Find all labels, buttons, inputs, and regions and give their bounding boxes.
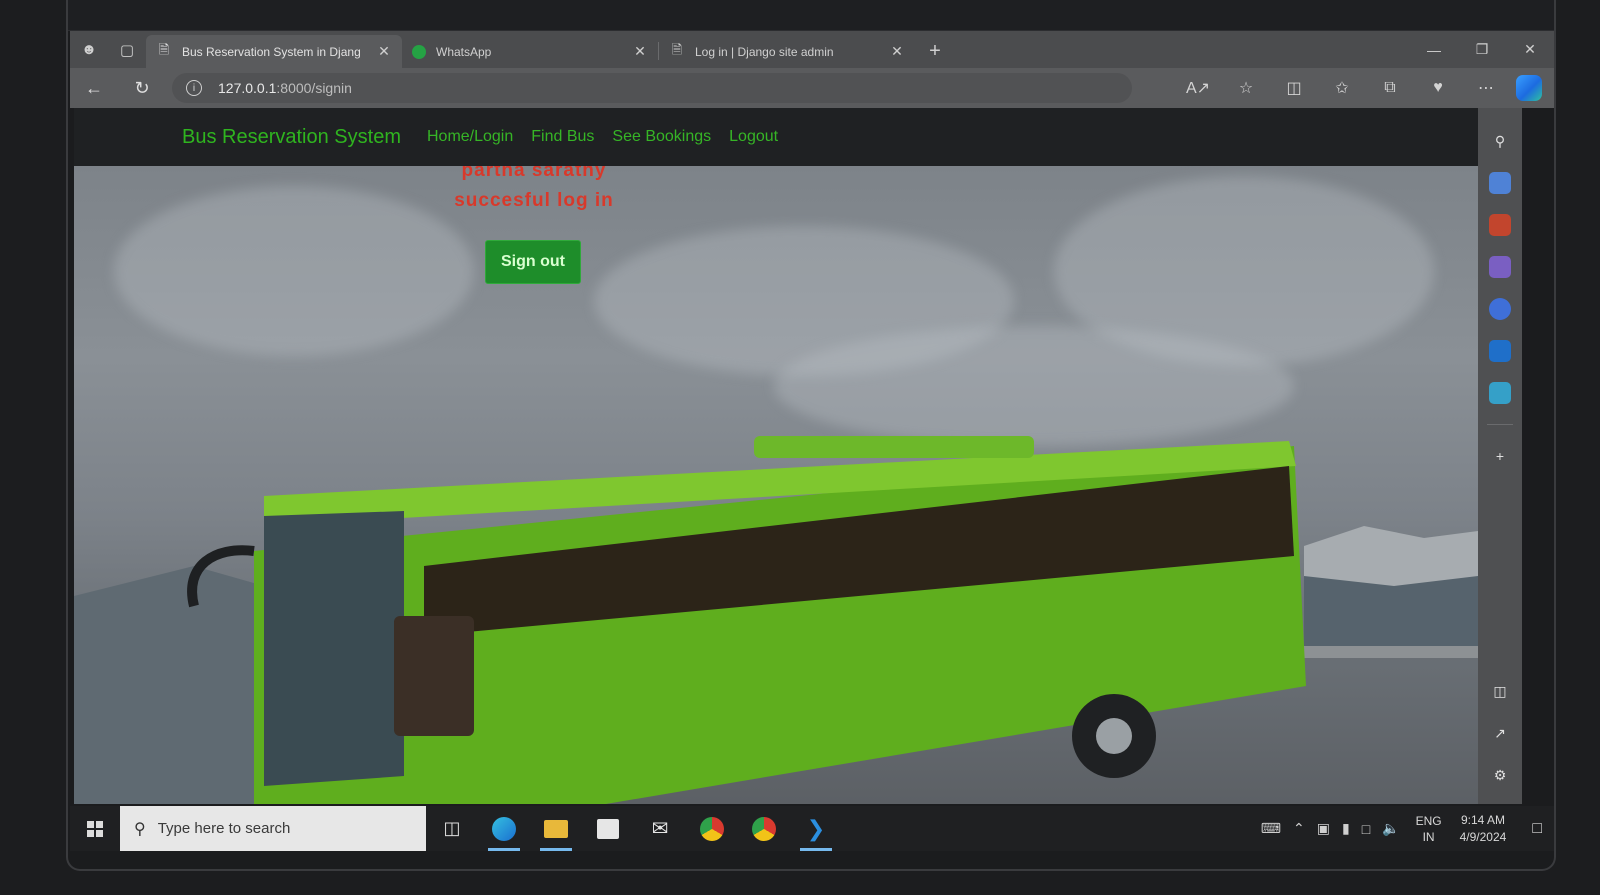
back-icon[interactable]: ←: [70, 78, 118, 99]
chrome-icon[interactable]: [686, 806, 738, 851]
search-icon[interactable]: ⚲: [1489, 130, 1511, 152]
sidebar-bottom: ◫ ↗ ⚙: [1489, 670, 1511, 796]
close-tab-icon[interactable]: ✕: [889, 43, 905, 60]
tab-whatsapp[interactable]: WhatsApp ✕: [402, 35, 658, 68]
taskbar-search-placeholder: Type here to search: [157, 820, 291, 837]
tab-title: Log in | Django site admin: [695, 44, 834, 59]
url-path: :8000/signin: [276, 80, 352, 96]
region-code: IN: [1422, 829, 1435, 844]
meet-now-icon[interactable]: ▣: [1317, 820, 1330, 837]
windows-logo-icon: [87, 820, 103, 837]
toolbar-icons: A↗ ☆ ◫ ✩ ⧉ ♥ ⋯: [1174, 75, 1546, 101]
nav-see-bookings[interactable]: See Bookings: [612, 128, 711, 146]
more-icon[interactable]: ⋯: [1462, 78, 1510, 98]
hide-sidebar-icon[interactable]: ◫: [1489, 680, 1511, 702]
page-icon: 🗎: [671, 41, 683, 57]
page-viewport: Bus Reservation System Home/Login Find B…: [74, 108, 1478, 804]
external-link-icon[interactable]: ↗: [1489, 722, 1511, 744]
whatsapp-icon: [412, 44, 426, 59]
close-window-icon[interactable]: ✕: [1506, 41, 1554, 58]
search-icon: ⚲: [134, 820, 146, 838]
tab-title: WhatsApp: [436, 44, 492, 59]
games-icon[interactable]: [1489, 256, 1511, 278]
refresh-icon[interactable]: ↻: [118, 78, 166, 99]
taskbar-search[interactable]: ⚲ Type here to search: [120, 806, 426, 851]
page-icon: 🗎: [158, 41, 170, 57]
tab-django-admin[interactable]: 🗎 Log in | Django site admin ✕: [659, 35, 915, 68]
window-controls: — ❐ ✕: [1410, 31, 1554, 68]
edge-app-icon[interactable]: [478, 806, 530, 851]
favorites-icon[interactable]: ✩: [1318, 78, 1366, 98]
input-language[interactable]: ENG IN: [1416, 813, 1442, 845]
welcome-username: partha sarathy: [461, 166, 607, 181]
microsoft-365-icon[interactable]: [1489, 298, 1511, 320]
clock-time: 9:14 AM: [1460, 812, 1505, 827]
network-icon[interactable]: □: [1362, 821, 1370, 837]
bus-illustration: [187, 436, 1306, 804]
close-tab-icon[interactable]: ✕: [632, 43, 648, 60]
file-explorer-icon[interactable]: [530, 806, 582, 851]
screen-frame: ☻ ▢ 🗎 Bus Reservation System in Djang ✕ …: [66, 0, 1556, 871]
drop-icon[interactable]: [1489, 382, 1511, 404]
vscode-icon[interactable]: ❯: [790, 806, 842, 851]
browser-essentials-icon[interactable]: ♥: [1414, 79, 1462, 97]
nav-logout[interactable]: Logout: [729, 128, 778, 146]
top-bezel: [68, 0, 1554, 31]
address-bar[interactable]: i 127.0.0.1:8000/signin: [172, 73, 1132, 103]
toolbar: ← ↻ i 127.0.0.1:8000/signin A↗ ☆ ◫ ✩ ⧉ ♥…: [70, 68, 1554, 108]
sign-out-button[interactable]: Sign out: [485, 240, 581, 284]
keyboard-icon[interactable]: ⌨: [1261, 820, 1281, 837]
tools-briefcase-icon[interactable]: [1489, 214, 1511, 236]
login-status-message: succesful log in: [454, 190, 614, 211]
chevron-up-icon[interactable]: ⌃: [1293, 820, 1305, 837]
nav-home-login[interactable]: Home/Login: [427, 128, 513, 146]
battery-icon[interactable]: ▮: [1342, 820, 1350, 837]
windows-taskbar: ⚲ Type here to search ◫ ✉ ❯ ⌨ ⌃ ▣ ▮ □ 🔈 …: [70, 806, 1554, 851]
hero-background: partha sarathy succesful log in: [74, 166, 1478, 804]
tab-strip: ☻ ▢ 🗎 Bus Reservation System in Djang ✕ …: [70, 31, 1554, 68]
site-navbar: Bus Reservation System Home/Login Find B…: [74, 108, 1478, 166]
settings-gear-icon[interactable]: ⚙: [1489, 764, 1511, 786]
tab-bus-reservation[interactable]: 🗎 Bus Reservation System in Djang ✕: [146, 35, 402, 68]
volume-icon[interactable]: 🔈: [1382, 820, 1399, 837]
sidebar-divider: [1487, 424, 1513, 425]
outlook-icon[interactable]: [1489, 340, 1511, 362]
collections-icon[interactable]: ⧉: [1366, 79, 1414, 97]
new-tab-icon[interactable]: +: [915, 35, 955, 68]
read-aloud-icon[interactable]: A↗: [1174, 78, 1222, 98]
profile-icon[interactable]: ☻: [70, 31, 108, 68]
split-screen-icon[interactable]: ◫: [1270, 78, 1318, 98]
system-tray: ⌨ ⌃ ▣ ▮ □ 🔈 ENG IN 9:14 AM 4/9/2024 □: [1255, 806, 1554, 851]
workspaces-icon[interactable]: ▢: [108, 31, 146, 68]
shopping-tag-icon[interactable]: [1489, 172, 1511, 194]
nav-find-bus[interactable]: Find Bus: [531, 128, 594, 146]
clock-date: 4/9/2024: [1459, 829, 1507, 844]
mountains: [74, 436, 1478, 804]
clock[interactable]: 9:14 AM 4/9/2024: [1460, 812, 1507, 846]
tab-title: Bus Reservation System in Djang: [182, 44, 361, 59]
task-view-icon[interactable]: ◫: [426, 806, 478, 851]
edge-sidebar: ⚲ + ◫ ↗ ⚙: [1478, 108, 1522, 804]
close-tab-icon[interactable]: ✕: [376, 43, 392, 60]
info-icon[interactable]: i: [186, 80, 202, 96]
add-icon[interactable]: +: [1489, 445, 1511, 467]
notification-icon[interactable]: □: [1532, 820, 1542, 838]
start-button[interactable]: [70, 806, 120, 851]
mail-icon[interactable]: ✉: [634, 806, 686, 851]
restore-icon[interactable]: ❐: [1458, 41, 1506, 58]
minimize-icon[interactable]: —: [1410, 42, 1458, 58]
url-host: 127.0.0.1: [218, 80, 277, 96]
store-icon[interactable]: [582, 806, 634, 851]
favorite-star-icon[interactable]: ☆: [1222, 78, 1270, 98]
lang-code: ENG: [1415, 813, 1442, 828]
chrome-profile-icon[interactable]: [738, 806, 790, 851]
copilot-icon[interactable]: [1516, 75, 1542, 101]
site-brand[interactable]: Bus Reservation System: [182, 126, 401, 149]
